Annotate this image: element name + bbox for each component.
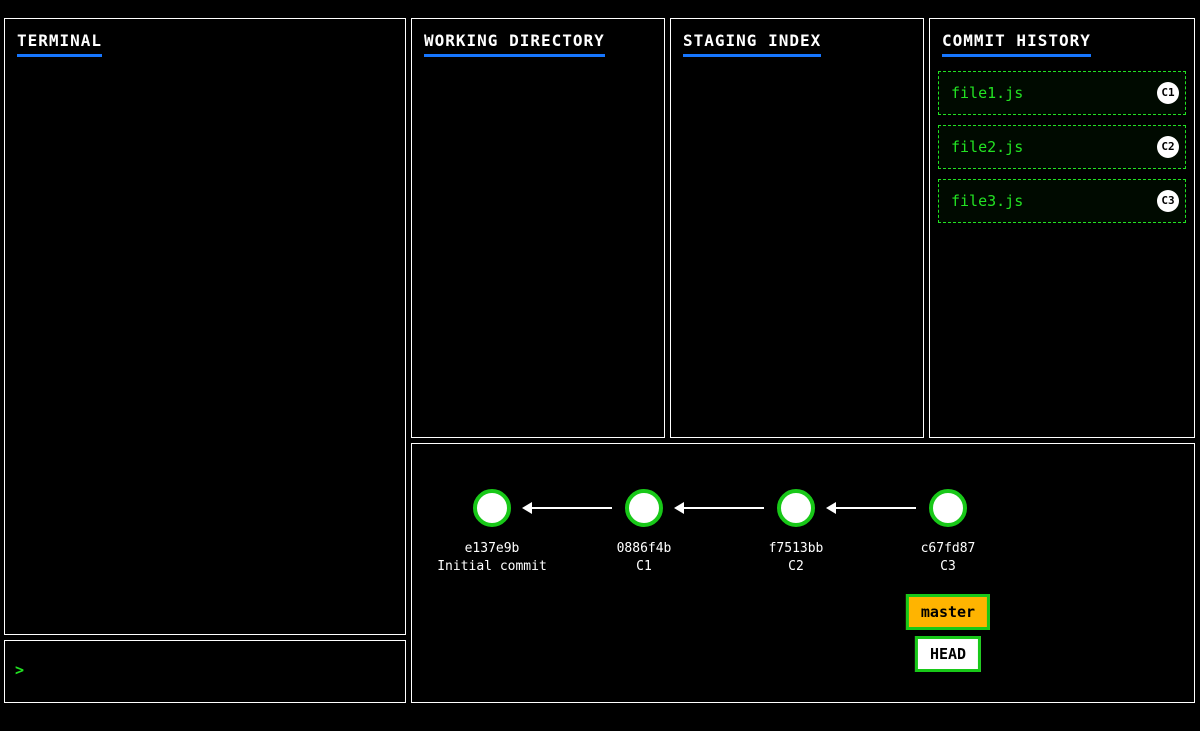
terminal-title: TERMINAL bbox=[17, 31, 102, 57]
commit-msg: C1 bbox=[617, 558, 672, 576]
commit-graph-panel: e137e9b Initial commit 0886f4b C1 f7513b… bbox=[411, 443, 1195, 703]
commit-hash: f7513bb bbox=[769, 540, 824, 558]
commit-history-title: COMMIT HISTORY bbox=[942, 31, 1091, 57]
commit-msg: C3 bbox=[921, 558, 976, 576]
commit-edge bbox=[828, 507, 916, 509]
commit-label: e137e9b Initial commit bbox=[437, 540, 547, 576]
history-file-name: file1.js bbox=[951, 84, 1023, 102]
commit-edge bbox=[676, 507, 764, 509]
staging-index-title: STAGING INDEX bbox=[683, 31, 821, 57]
commit-hash: 0886f4b bbox=[617, 540, 672, 558]
commit-hash: e137e9b bbox=[437, 540, 547, 558]
commit-label: c67fd87 C3 bbox=[921, 540, 976, 576]
commit-label: f7513bb C2 bbox=[769, 540, 824, 576]
history-file-name: file2.js bbox=[951, 138, 1023, 156]
working-directory-title: WORKING DIRECTORY bbox=[424, 31, 605, 57]
commit-msg: C2 bbox=[769, 558, 824, 576]
commit-history-file-list: file1.js C1 file2.js C2 file3.js C3 bbox=[930, 57, 1194, 223]
ref-head[interactable]: HEAD bbox=[915, 636, 981, 672]
history-file-badge: C3 bbox=[1157, 190, 1179, 212]
history-file-badge: C1 bbox=[1157, 82, 1179, 104]
commit-msg: Initial commit bbox=[437, 558, 547, 576]
commit-history-panel: COMMIT HISTORY file1.js C1 file2.js C2 f… bbox=[929, 18, 1195, 438]
terminal-panel: TERMINAL bbox=[4, 18, 406, 635]
commit-node[interactable] bbox=[625, 489, 663, 527]
working-directory-panel: WORKING DIRECTORY bbox=[411, 18, 665, 438]
history-file: file1.js C1 bbox=[938, 71, 1186, 115]
ref-master[interactable]: master bbox=[906, 594, 990, 630]
git-visualizer-app: TERMINAL WORKING DIRECTORY STAGING INDEX… bbox=[0, 0, 1200, 731]
prompt-symbol: > bbox=[15, 661, 24, 679]
commit-label: 0886f4b C1 bbox=[617, 540, 672, 576]
commit-node[interactable] bbox=[929, 489, 967, 527]
commit-node[interactable] bbox=[777, 489, 815, 527]
commit-hash: c67fd87 bbox=[921, 540, 976, 558]
commit-graph: e137e9b Initial commit 0886f4b C1 f7513b… bbox=[412, 444, 1194, 702]
terminal-input-panel[interactable]: > bbox=[4, 640, 406, 703]
history-file-name: file3.js bbox=[951, 192, 1023, 210]
commit-node[interactable] bbox=[473, 489, 511, 527]
history-file: file2.js C2 bbox=[938, 125, 1186, 169]
history-file: file3.js C3 bbox=[938, 179, 1186, 223]
commit-edge bbox=[524, 507, 612, 509]
history-file-badge: C2 bbox=[1157, 136, 1179, 158]
staging-index-panel: STAGING INDEX bbox=[670, 18, 924, 438]
